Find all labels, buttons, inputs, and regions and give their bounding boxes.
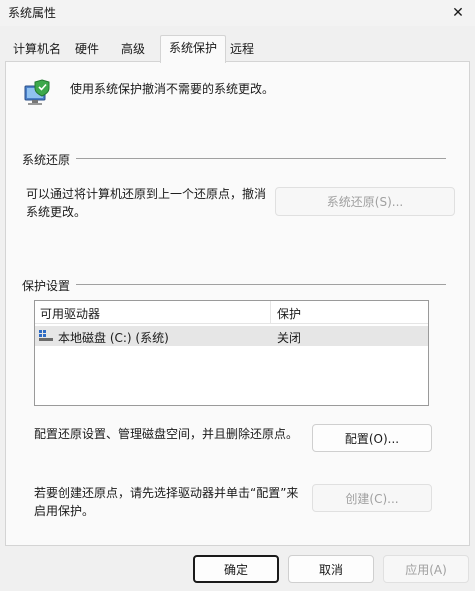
drive-protection-status: 关闭	[277, 331, 302, 345]
create-text-line2: 启用保护。	[34, 504, 95, 518]
system-protection-shield-icon	[22, 78, 52, 108]
restore-text-line1: 可以通过将计算机还原到上一个还原点，撤消	[26, 187, 267, 201]
protection-group-line	[22, 284, 446, 285]
system-restore-button[interactable]: 系统还原(S)...	[275, 187, 455, 216]
cancel-button[interactable]: 取消	[288, 555, 374, 583]
drive-icon	[39, 330, 53, 342]
tab-computer-name[interactable]: 计算机名	[8, 38, 66, 60]
create-text-line1: 若要创建还原点，请先选择驱动器并单击“配置”来	[34, 486, 299, 500]
restore-group-line	[22, 158, 446, 159]
configure-text: 配置还原设置、管理磁盘空间，并且删除还原点。	[34, 427, 299, 441]
close-button[interactable]: ✕	[446, 2, 470, 24]
column-divider[interactable]	[270, 301, 271, 323]
protection-group-title: 保护设置	[22, 277, 77, 294]
tab-hardware[interactable]: 硬件	[66, 38, 108, 60]
drive-name: 本地磁盘 (C:) (系统)	[58, 331, 169, 345]
column-header-protection[interactable]: 保护	[277, 305, 301, 322]
configure-button[interactable]: 配置(O)...	[312, 424, 432, 452]
restore-group-title: 系统还原	[22, 151, 77, 168]
ok-button[interactable]: 确定	[193, 555, 279, 583]
window-title: 系统属性	[8, 6, 57, 20]
column-header-drives[interactable]: 可用驱动器	[40, 305, 100, 322]
apply-button[interactable]: 应用(A)	[383, 555, 469, 583]
tab-system-protection[interactable]: 系统保护	[160, 35, 226, 63]
tab-remote[interactable]: 远程	[226, 38, 258, 60]
close-icon: ✕	[452, 5, 464, 21]
description-text: 使用系统保护撤消不需要的系统更改。	[70, 82, 275, 96]
tab-advanced[interactable]: 高级	[113, 38, 153, 60]
restore-text-line2: 系统更改。	[26, 205, 87, 219]
title-bar	[0, 0, 475, 26]
create-button[interactable]: 创建(C)...	[312, 484, 432, 512]
